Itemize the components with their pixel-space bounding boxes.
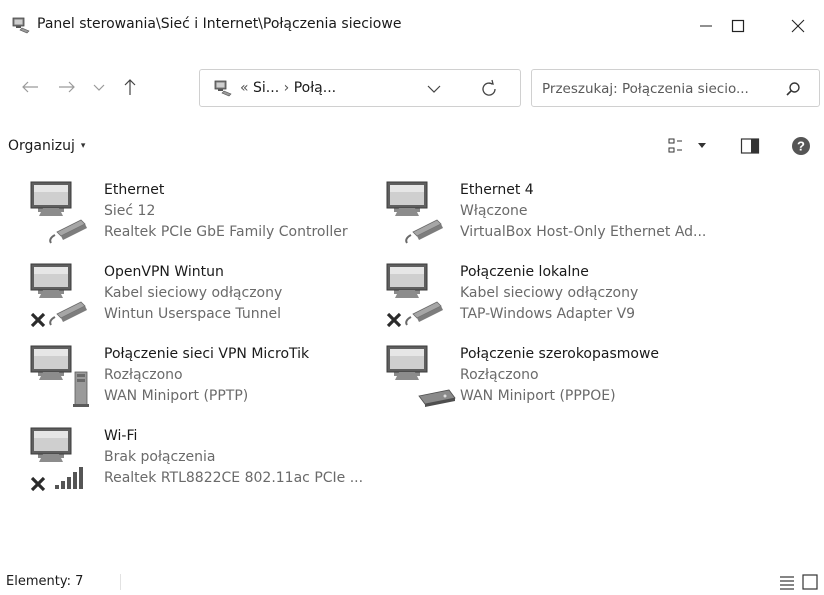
disconnected-x-icon (30, 312, 46, 328)
refresh-icon (482, 79, 496, 96)
view-options-dropdown[interactable] (697, 135, 707, 157)
chevron-down-icon (427, 85, 441, 93)
connection-item[interactable]: Połączenie sieci VPN MicroTik Rozłączono… (29, 344, 379, 422)
view-options-icon (668, 138, 682, 153)
organize-label: Organizuj (8, 138, 75, 154)
change-view-button[interactable] (668, 135, 688, 157)
breadcrumb: « Si... › Połą... (240, 78, 336, 98)
recent-locations-button[interactable] (84, 72, 114, 102)
preview-pane-button[interactable] (740, 135, 760, 157)
arrow-left-icon (22, 81, 38, 93)
connection-name: Wi-Fi (104, 428, 138, 444)
connection-status: Brak połączenia (104, 449, 216, 465)
connection-name: Połączenie szerokopasmowe (460, 346, 660, 362)
item-count: Elementy: 7 (6, 574, 84, 589)
connection-device: WAN Miniport (PPTP) (104, 388, 249, 404)
network-connections-icon (11, 15, 31, 35)
up-button[interactable] (115, 72, 145, 102)
minimize-icon (700, 25, 712, 27)
title-bar: Panel sterowania\Sieć i Internet\Połącze… (0, 0, 824, 52)
connection-device: WAN Miniport (PPPOE) (460, 388, 616, 404)
breadcrumb-item-network[interactable]: Si... (253, 80, 279, 96)
connection-status: Sieć 12 (104, 203, 156, 219)
address-bar[interactable]: « Si... › Połą... (199, 69, 521, 107)
disconnected-x-icon (386, 312, 402, 328)
svg-text:?: ? (797, 139, 805, 154)
connection-status: Kabel sieciowy odłączony (460, 285, 639, 301)
connection-device: Realtek RTL8822CE 802.11ac PCIe ... (104, 470, 364, 486)
preview-pane-icon (740, 138, 760, 154)
search-box[interactable]: Przeszukaj: Połączenia siecio... (531, 69, 820, 107)
wifi-adapter-icon (30, 427, 83, 492)
search-input[interactable]: Przeszukaj: Połączenia siecio... (542, 79, 778, 99)
help-button[interactable]: ? (791, 135, 811, 157)
connection-status: Włączone (460, 203, 528, 219)
caret-down-icon (698, 143, 706, 148)
back-button[interactable] (15, 72, 45, 102)
command-bar: Organizuj ▾ ? (0, 126, 824, 166)
connection-device: TAP-Windows Adapter V9 (460, 306, 636, 322)
status-divider (120, 574, 121, 590)
connection-name: Połączenie lokalne (460, 264, 589, 280)
ethernet-adapter-icon (30, 181, 87, 244)
vpn-connection-icon (30, 345, 89, 407)
ethernet-adapter-icon (30, 263, 87, 328)
maximize-icon (731, 19, 745, 33)
details-view-button[interactable] (778, 573, 796, 591)
navigation-bar: « Si... › Połą... Przeszukaj: Połączenia… (0, 52, 824, 126)
large-icons-view-button[interactable] (801, 573, 819, 591)
search-icon[interactable] (784, 80, 802, 98)
disconnected-x-icon (30, 476, 46, 492)
status-bar: Elementy: 7 (0, 570, 824, 594)
connection-status: Kabel sieciowy odłączony (104, 285, 283, 301)
chevron-down-icon: ▾ (80, 141, 86, 151)
connection-name: OpenVPN Wintun (104, 264, 224, 280)
details-view-icon (780, 576, 794, 590)
connection-name: Ethernet 4 (460, 182, 534, 198)
large-icons-view-icon (802, 574, 818, 590)
help-icon: ? (792, 137, 810, 155)
ethernet-adapter-icon (386, 263, 443, 328)
connection-item[interactable]: Wi-Fi Brak połączenia Realtek RTL8822CE … (29, 426, 379, 504)
window-title: Panel sterowania\Sieć i Internet\Połącze… (37, 16, 402, 32)
connection-status: Rozłączono (104, 367, 183, 383)
breadcrumb-item-connections[interactable]: Połą... (294, 80, 336, 96)
connection-name: Połączenie sieci VPN MicroTik (104, 346, 310, 362)
arrow-right-icon (59, 81, 75, 93)
connection-status: Rozłączono (460, 367, 539, 383)
breadcrumb-overflow[interactable]: « (240, 80, 249, 96)
connection-item[interactable]: Ethernet Sieć 12 Realtek PCIe GbE Family… (29, 180, 379, 258)
connection-item[interactable]: Połączenie szerokopasmowe Rozłączono WAN… (385, 344, 735, 422)
close-button[interactable] (776, 8, 820, 44)
connection-device: Realtek PCIe GbE Family Controller (104, 224, 348, 240)
connection-name: Ethernet (104, 182, 165, 198)
connection-device: VirtualBox Host-Only Ethernet Ad... (460, 224, 707, 240)
refresh-button[interactable] (478, 78, 500, 100)
arrow-up-icon (124, 79, 136, 95)
wifi-signal-icon (55, 467, 83, 489)
organize-button[interactable]: Organizuj ▾ (8, 133, 85, 159)
connections-view: Ethernet Sieć 12 Realtek PCIe GbE Family… (0, 166, 824, 562)
connection-item[interactable]: Ethernet 4 Włączone VirtualBox Host-Only… (385, 180, 735, 258)
address-dropdown-button[interactable] (424, 79, 444, 99)
close-icon (791, 19, 805, 33)
chevron-down-icon (93, 84, 105, 91)
connection-item[interactable]: OpenVPN Wintun Kabel sieciowy odłączony … (29, 262, 379, 340)
connection-item[interactable]: Połączenie lokalne Kabel sieciowy odłącz… (385, 262, 735, 340)
forward-button[interactable] (52, 72, 82, 102)
maximize-button[interactable] (716, 8, 760, 44)
broadband-connection-icon (386, 345, 456, 407)
breadcrumb-separator[interactable]: › (284, 80, 290, 96)
connection-device: Wintun Userspace Tunnel (104, 306, 281, 322)
network-connections-icon (213, 78, 233, 98)
ethernet-adapter-icon (386, 181, 443, 244)
